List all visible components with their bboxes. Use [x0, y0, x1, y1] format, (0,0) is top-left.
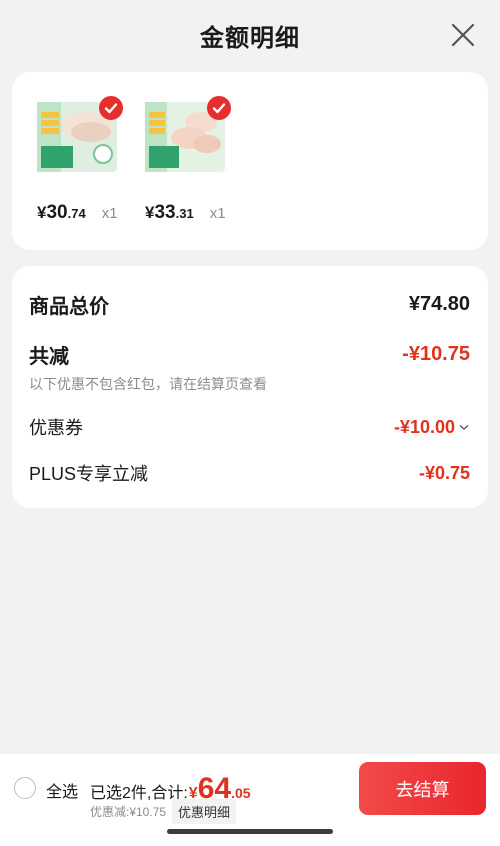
product-price: ¥30.74 x1 [37, 202, 118, 223]
product-quantity: x1 [101, 205, 118, 222]
header: 金额明细 [0, 0, 500, 70]
check-icon [99, 96, 123, 120]
page-title: 金额明细 [200, 24, 300, 52]
chevron-down-icon [459, 424, 469, 430]
total-reduction-label: 共减 [29, 346, 69, 368]
discount-summary: 优惠减:¥10.75 优惠明细 [90, 799, 237, 824]
home-indicator[interactable] [167, 829, 333, 834]
product-list-card: ¥30.74 x1 ¥33.31 x1 [12, 72, 488, 250]
discount-note: 以下优惠不包含红包，请在结算页查看 [29, 376, 267, 392]
discount-detail-button[interactable]: 优惠明细 [172, 799, 237, 824]
product-quantity: x1 [209, 205, 226, 222]
close-icon[interactable] [450, 22, 476, 48]
total-price-value: ¥74.80 [408, 293, 470, 315]
product-price: ¥33.31 x1 [145, 202, 226, 223]
price-summary-card: 商品总价 ¥74.80 共减 -¥10.75 以下优惠不包含红包，请在结算页查看… [12, 266, 488, 508]
discount-text: 优惠减:¥10.75 [90, 805, 167, 819]
checkout-bar: 全选 已选2件,合计: ¥64.05 优惠减:¥10.75 优惠明细 去结算 [0, 754, 500, 846]
product-item[interactable]: ¥30.74 x1 [37, 96, 127, 223]
checkout-button[interactable]: 去结算 [359, 762, 486, 815]
total-price-label: 商品总价 [29, 296, 109, 318]
plus-discount-row: PLUS专享立减 -¥0.75 [29, 460, 470, 486]
check-icon [207, 96, 231, 120]
product-image [37, 96, 123, 174]
select-all-label[interactable]: 全选 [46, 778, 78, 802]
total-price-row: 商品总价 ¥74.80 [29, 290, 470, 319]
select-all-radio[interactable] [14, 777, 36, 799]
total-reduction-row: 共减 -¥10.75 [29, 340, 470, 369]
coupon-value[interactable]: -¥10.00 [394, 417, 470, 438]
coupon-row[interactable]: 优惠券 -¥10.00 [29, 414, 470, 440]
plus-discount-label: PLUS专享立减 [29, 464, 149, 484]
coupon-label: 优惠券 [29, 418, 83, 438]
plus-discount-value: -¥0.75 [418, 462, 470, 483]
product-item[interactable]: ¥33.31 x1 [145, 96, 235, 223]
total-reduction-value: -¥10.75 [402, 343, 470, 365]
product-image [145, 96, 231, 174]
